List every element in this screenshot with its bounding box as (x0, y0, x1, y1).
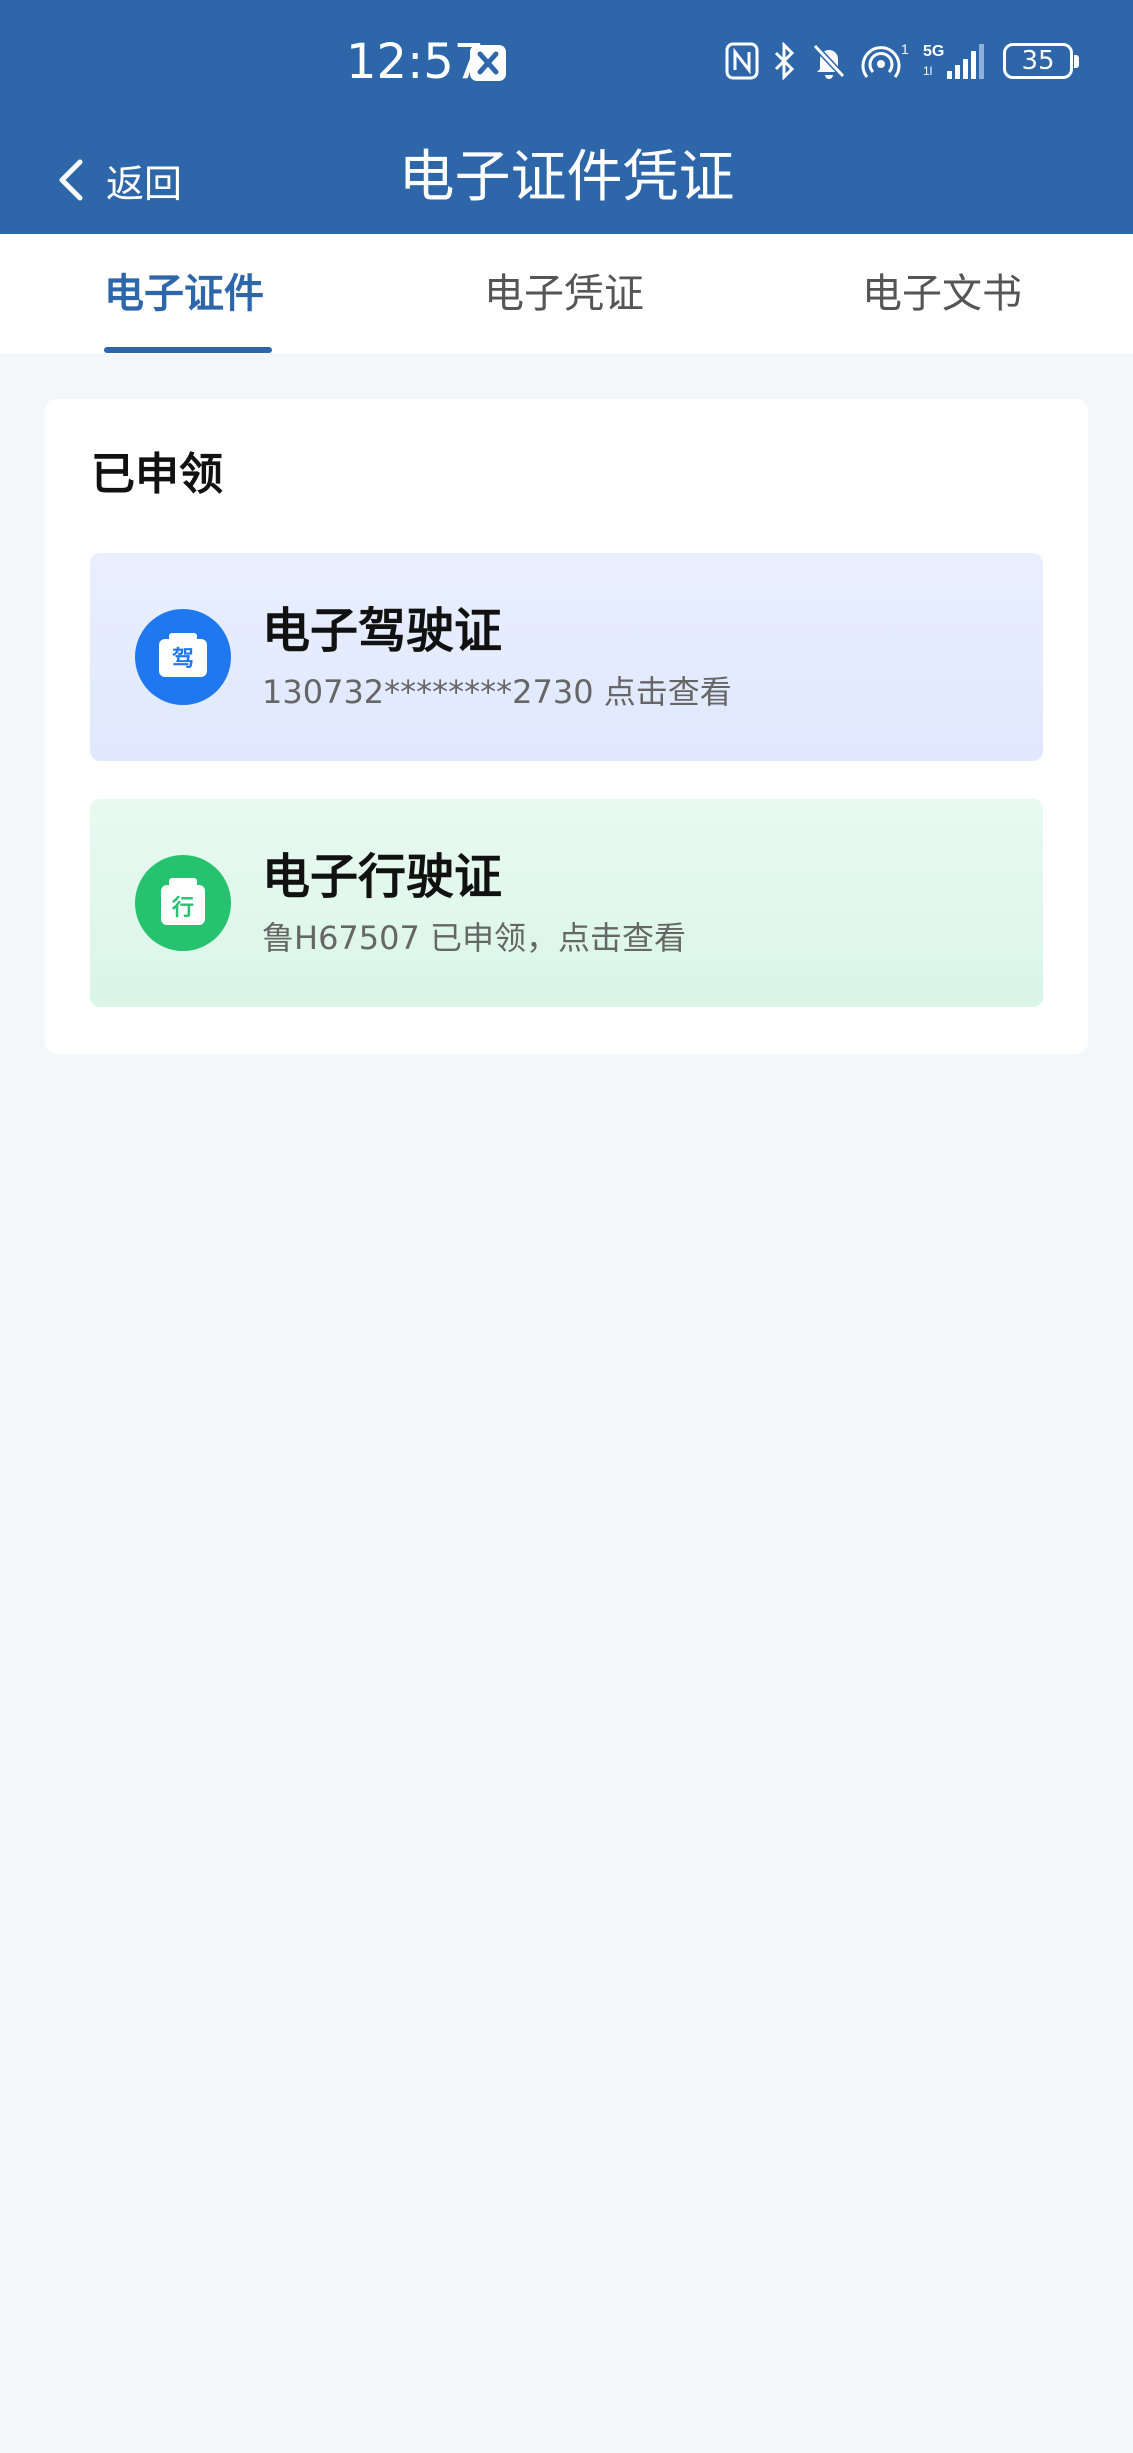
driver-icon-glyph: 驾 (172, 646, 194, 672)
header: 12:57 1 5G 1l 35 返回 电子证件凭证 (0, 0, 1133, 234)
driver-license-icon: 驾 (135, 609, 231, 705)
active-tab-indicator (104, 347, 272, 353)
driver-license-subtitle: 130732********2730 点击查看 (262, 673, 732, 711)
nfc-icon (725, 42, 759, 80)
vehicle-license-icon: 行 (135, 855, 231, 951)
mute-bell-icon (812, 43, 846, 79)
svg-text:1: 1 (901, 42, 909, 57)
vehicle-license-item[interactable]: 行 电子行驶证 鲁H67507 已申领，点击查看 (90, 799, 1043, 1007)
battery-indicator: 35 (1003, 43, 1079, 79)
app-notification-icon (470, 45, 506, 81)
vehicle-license-subtitle: 鲁H67507 已申领，点击查看 (262, 919, 687, 957)
bluetooth-icon (774, 42, 795, 80)
5g-signal-icon: 5G 1l (923, 43, 984, 79)
page-title: 电子证件凭证 (398, 145, 735, 210)
claimed-card: 已申领 驾 电子驾驶证 130732********2730 点击查看 行 电子… (45, 399, 1088, 1054)
vehicle-icon-glyph: 行 (171, 895, 194, 921)
nav-bar: 返回 电子证件凭证 (0, 124, 1133, 234)
tab-electronic-vouchers[interactable]: 电子凭证 (484, 268, 644, 320)
svg-text:5G: 5G (923, 43, 944, 60)
vehicle-license-title: 电子行驶证 (262, 849, 503, 905)
section-title: 已申领 (91, 449, 223, 500)
status-bar: 12:57 1 5G 1l 35 (0, 0, 1133, 124)
tab-electronic-documents[interactable]: 电子文书 (862, 268, 1022, 320)
status-icons: 1 5G 1l 35 (725, 36, 1079, 86)
tab-electronic-certificates[interactable]: 电子证件 (104, 268, 264, 320)
tab-bar: 电子证件 电子凭证 电子文书 (0, 234, 1133, 354)
status-time: 12:57 (346, 34, 485, 90)
driver-license-title: 电子驾驶证 (262, 603, 503, 659)
svg-text:1l: 1l (923, 64, 932, 78)
hotspot-icon: 1 (861, 42, 909, 78)
driver-license-item[interactable]: 驾 电子驾驶证 130732********2730 点击查看 (90, 553, 1043, 761)
